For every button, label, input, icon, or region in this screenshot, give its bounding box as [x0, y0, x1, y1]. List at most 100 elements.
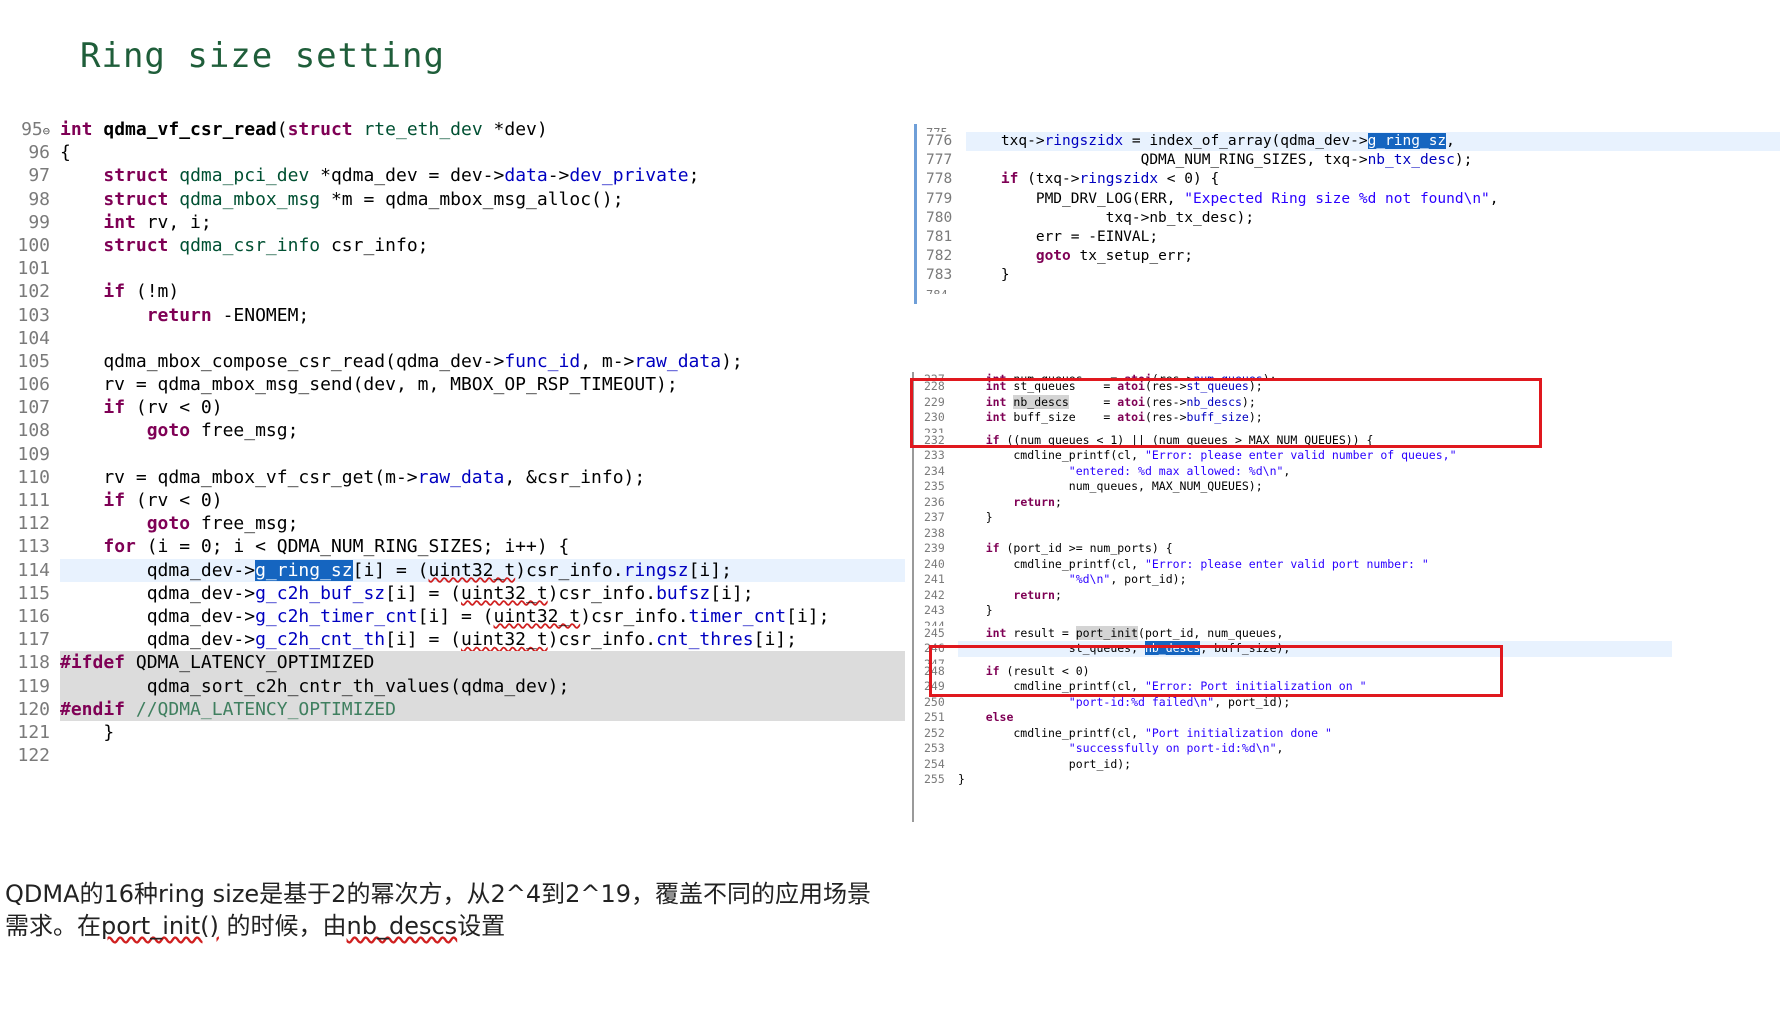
line-number: 113 — [17, 536, 50, 558]
code-line: 781 err = -EINVAL; — [914, 228, 1780, 247]
highlight-box-port-init — [929, 645, 1503, 697]
code-text: num_queues, MAX_NUM_QUEUES); — [958, 479, 1263, 493]
line-number: 108 — [17, 420, 50, 442]
code-line: 780 txq->nb_tx_desc); — [914, 209, 1780, 228]
line-number: 106 — [17, 374, 50, 396]
fold-collapse-icon[interactable]: ⊖ — [43, 124, 50, 138]
code-text: txq->ringszidx = index_of_array(qdma_dev… — [966, 132, 1780, 152]
code-line: 122 — [10, 744, 905, 767]
code-text: return -ENOMEM; — [146, 304, 310, 326]
code-line: 252 cmdline_printf(cl, "Port initializat… — [912, 726, 1672, 742]
code-line: 103 return -ENOMEM; — [10, 304, 905, 327]
code-line: 100 struct qdma_csr_info csr_info; — [10, 234, 905, 257]
code-text: struct qdma_csr_info csr_info; — [103, 234, 429, 256]
line-number: 233 — [924, 448, 945, 462]
line-number: 240 — [924, 556, 945, 571]
line-number: 777 — [926, 152, 953, 169]
code-line: 778 if (txq->ringszidx < 0) { — [914, 170, 1780, 189]
code-text: #endif //QDMA_LATENCY_OPTIMIZED — [60, 697, 905, 721]
code-line: 96 { — [10, 141, 905, 164]
code-line: 98 struct qdma_mbox_msg *m = qdma_mbox_m… — [10, 188, 905, 211]
code-line: 112 goto free_msg; — [10, 512, 905, 535]
line-number: 252 — [924, 725, 945, 740]
code-line: 108 goto free_msg; — [10, 419, 905, 442]
line-number: 109 — [17, 443, 50, 465]
code-text: if (!m) — [103, 281, 180, 303]
code-line: 253 "successfully on port-id:%d\n", — [912, 741, 1672, 757]
line-number: 105 — [17, 350, 50, 372]
line-number: 780 — [926, 209, 953, 226]
code-line: 237 } — [912, 510, 1672, 526]
code-line: 106 rv = qdma_mbox_msg_send(dev, m, MBOX… — [10, 373, 905, 396]
code-text: qdma_sort_c2h_cntr_th_values(qdma_dev); — [60, 674, 905, 698]
code-text: } — [966, 267, 1010, 284]
code-text: qdma_mbox_compose_csr_read(qdma_dev->fun… — [60, 350, 743, 372]
code-line: 251 else — [912, 710, 1672, 726]
line-number: 776 — [926, 133, 953, 149]
code-text: int qdma_vf_csr_read(struct rte_eth_dev … — [60, 119, 548, 140]
slide-title: Ring size setting — [80, 36, 445, 76]
code-line: 783 } — [914, 266, 1780, 285]
code-line: 254 port_id); — [912, 757, 1672, 773]
code-text: goto tx_setup_err; — [1035, 248, 1193, 265]
line-number: 784 — [926, 286, 962, 294]
line-number: 779 — [926, 190, 953, 207]
code-text: return; — [1013, 587, 1062, 602]
code-line: 95⊖ int qdma_vf_csr_read(struct rte_eth_d… — [10, 118, 905, 141]
code-text: txq->nb_tx_desc); — [966, 209, 1255, 226]
line-number: 243 — [924, 603, 945, 617]
code-line: 119 qdma_sort_c2h_cntr_th_values(qdma_de… — [10, 674, 905, 698]
code-line: 102 if (!m) — [10, 280, 905, 303]
code-text: port_id); — [958, 756, 1132, 771]
line-number: 96 — [28, 142, 50, 164]
line-number: 115 — [17, 582, 50, 604]
line-number: 781 — [926, 228, 953, 245]
code-text: } — [958, 772, 965, 786]
code-text: int rv, i; — [103, 211, 212, 233]
code-text: cmdline_printf(cl, "Error: please enter … — [958, 448, 1457, 462]
line-number: 122 — [17, 745, 50, 767]
line-number: 111 — [17, 490, 50, 511]
code-line: 116 qdma_dev->g_c2h_timer_cnt[i] = (uint… — [10, 605, 905, 628]
code-line: 118 #ifdef QDMA_LATENCY_OPTIMIZED — [10, 651, 905, 675]
line-number: 97 — [28, 165, 50, 187]
code-text: rv = qdma_mbox_vf_csr_get(m->raw_data, &… — [60, 466, 646, 488]
code-line: 775 — [914, 124, 1780, 132]
code-line: 245 int result = port_init(port_id, num_… — [912, 625, 1672, 642]
line-number: 238 — [924, 525, 945, 540]
caption-line-2: 需求。在port_init() 的时候，由nb_descs设置 — [5, 910, 905, 942]
code-text: } — [958, 510, 993, 524]
line-number: 102 — [17, 281, 50, 303]
code-line: 99 int rv, i; — [10, 211, 905, 234]
caption-line-1: QDMA的16种ring size是基于2的幂次方，从2^4到2^19，覆盖不同… — [5, 880, 872, 908]
code-line: 109 — [10, 443, 905, 466]
line-number: 245 — [924, 625, 945, 640]
code-line: 97 struct qdma_pci_dev *qdma_dev = dev->… — [10, 164, 905, 187]
code-text: for (i = 0; i < QDMA_NUM_RING_SIZES; i++… — [103, 536, 570, 558]
code-text: "%d\n", port_id); — [1068, 572, 1187, 586]
code-line: 236 return; — [912, 495, 1672, 511]
line-number: 116 — [17, 605, 50, 627]
code-text: cmdline_printf(cl, "Error: please enter … — [958, 556, 1429, 571]
line-number: 101 — [17, 258, 50, 280]
code-line: 105 qdma_mbox_compose_csr_read(qdma_dev-… — [10, 350, 905, 373]
line-number: 95⊖ — [21, 119, 50, 140]
code-line: 235 num_queues, MAX_NUM_QUEUES); — [912, 479, 1672, 495]
code-text: rv = qdma_mbox_msg_send(dev, m, MBOX_OP_… — [60, 374, 678, 396]
code-line: 776 txq->ringszidx = index_of_array(qdma… — [914, 132, 1780, 152]
code-text: if (txq->ringszidx < 0) { — [1000, 171, 1220, 188]
caption-line-2-mid: 的时候，由 — [218, 912, 347, 940]
line-number: 117 — [17, 629, 50, 651]
code-text: goto free_msg; — [146, 513, 299, 535]
code-text: err = -EINVAL; — [966, 228, 1159, 245]
code-line: 241 "%d\n", port_id); — [912, 572, 1672, 588]
line-number: 114 — [17, 559, 50, 581]
code-line: 784 — [914, 286, 1780, 294]
code-text: cmdline_printf(cl, "Port initialization … — [958, 725, 1332, 740]
